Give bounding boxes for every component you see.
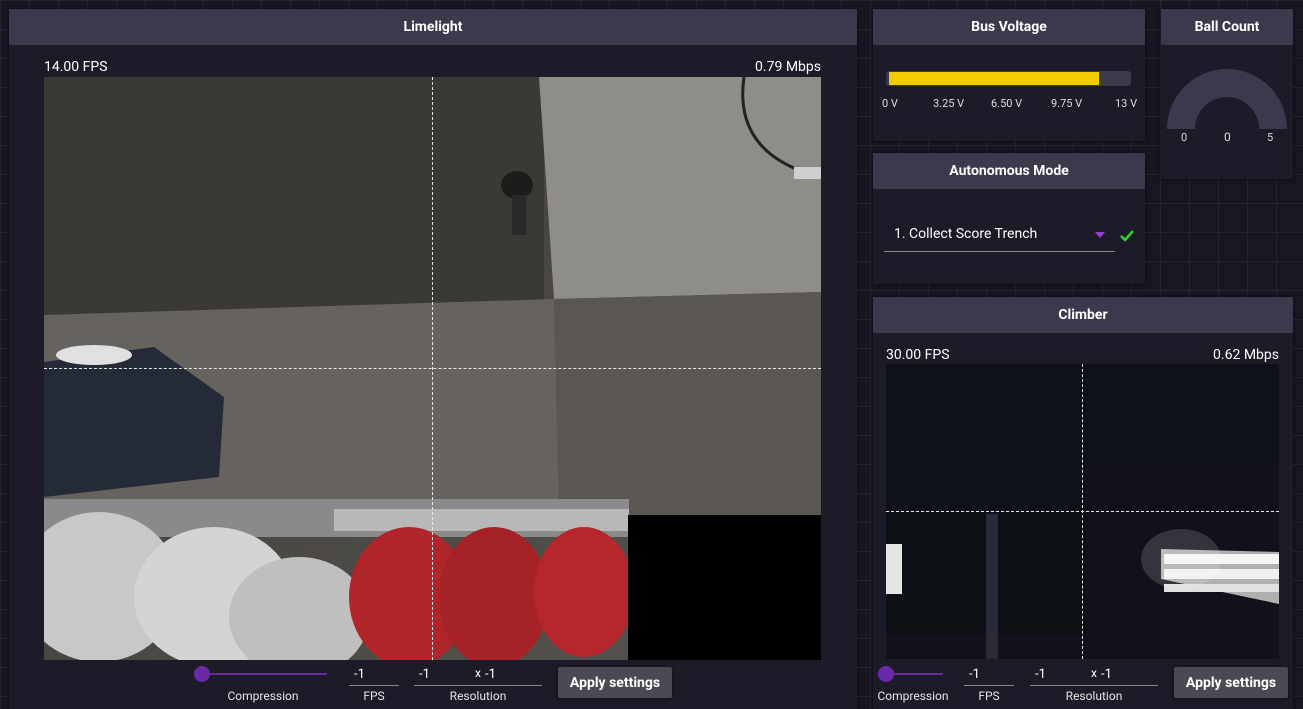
voltage-bar-fill — [889, 72, 1099, 85]
limelight-title: Limelight — [9, 9, 857, 45]
autonomous-mode-tile: Autonomous Mode 1. Collect Score Trench — [873, 153, 1145, 284]
limelight-camera-stream — [44, 77, 821, 660]
climber-resolution-underline — [1030, 685, 1158, 686]
limelight-compression-slider[interactable] — [194, 666, 210, 682]
voltage-tick-1: 3.25 V — [933, 97, 965, 110]
bus-voltage-tile: Bus Voltage 0 V 3.25 V 6.50 V 9.75 V 13 … — [873, 9, 1145, 141]
climber-resolution-width-input[interactable]: -1 — [1035, 667, 1046, 682]
voltage-tick-0: 0 V — [882, 97, 898, 110]
limelight-compression-track[interactable] — [202, 673, 327, 675]
climber-camera-stream — [886, 364, 1279, 659]
ball-count-max: 5 — [1267, 131, 1274, 144]
climber-fps-label: FPS — [978, 689, 1000, 703]
climber-title: Climber — [873, 297, 1293, 333]
limelight-resolution-x: x — [475, 666, 481, 680]
limelight-bitrate: 0.79 Mbps — [755, 59, 821, 75]
autonomous-mode-select[interactable]: 1. Collect Score Trench — [884, 223, 1115, 252]
voltage-tick-3: 9.75 V — [1051, 97, 1083, 110]
limelight-resolution-label: Resolution — [449, 689, 507, 703]
climber-bitrate: 0.62 Mbps — [1213, 347, 1279, 363]
limelight-fps-input[interactable]: -1 — [354, 667, 365, 682]
climber-resolution-x: x — [1091, 666, 1097, 680]
limelight-apply-settings-button[interactable]: Apply settings — [558, 667, 672, 698]
limelight-fps-underline — [349, 685, 399, 686]
climber-resolution-height-input[interactable]: -1 — [1101, 667, 1112, 682]
bus-voltage-title: Bus Voltage — [873, 9, 1145, 45]
ball-count-min: 0 — [1181, 131, 1188, 144]
limelight-crosshair-horizontal — [44, 368, 821, 369]
climber-crosshair-horizontal — [886, 511, 1279, 512]
limelight-fps: 14.00 FPS — [44, 59, 108, 75]
voltage-tick-4: 13 V — [1115, 97, 1138, 110]
ball-count-value: 0 — [1224, 130, 1231, 144]
check-icon — [1120, 230, 1134, 242]
ball-count-title: Ball Count — [1161, 9, 1293, 45]
climber-fps: 30.00 FPS — [886, 347, 950, 363]
autonomous-mode-selected: 1. Collect Score Trench — [894, 226, 1038, 242]
limelight-tile: Limelight 14.00 FPS 0.79 Mbps Compressio… — [9, 9, 857, 709]
climber-compression-label: Compression — [877, 689, 949, 703]
autonomous-mode-title: Autonomous Mode — [873, 153, 1145, 189]
ball-count-gauge — [1167, 69, 1287, 129]
climber-fps-input[interactable]: -1 — [969, 667, 980, 682]
climber-compression-track[interactable] — [886, 673, 943, 675]
voltage-tick-2: 6.50 V — [991, 97, 1023, 110]
limelight-fps-label: FPS — [363, 689, 385, 703]
limelight-resolution-underline — [414, 685, 542, 686]
caret-down-icon — [1095, 232, 1105, 238]
limelight-resolution-height-input[interactable]: -1 — [485, 667, 496, 682]
ball-count-tile: Ball Count 0 0 5 — [1161, 9, 1293, 179]
limelight-compression-label: Compression — [227, 689, 299, 703]
climber-tile: Climber 30.00 FPS 0.62 Mbps Compression … — [873, 297, 1293, 709]
limelight-resolution-width-input[interactable]: -1 — [419, 667, 430, 682]
climber-apply-settings-button[interactable]: Apply settings — [1174, 667, 1288, 698]
climber-fps-underline — [964, 685, 1014, 686]
climber-resolution-label: Resolution — [1065, 689, 1123, 703]
climber-compression-slider[interactable] — [878, 666, 894, 682]
